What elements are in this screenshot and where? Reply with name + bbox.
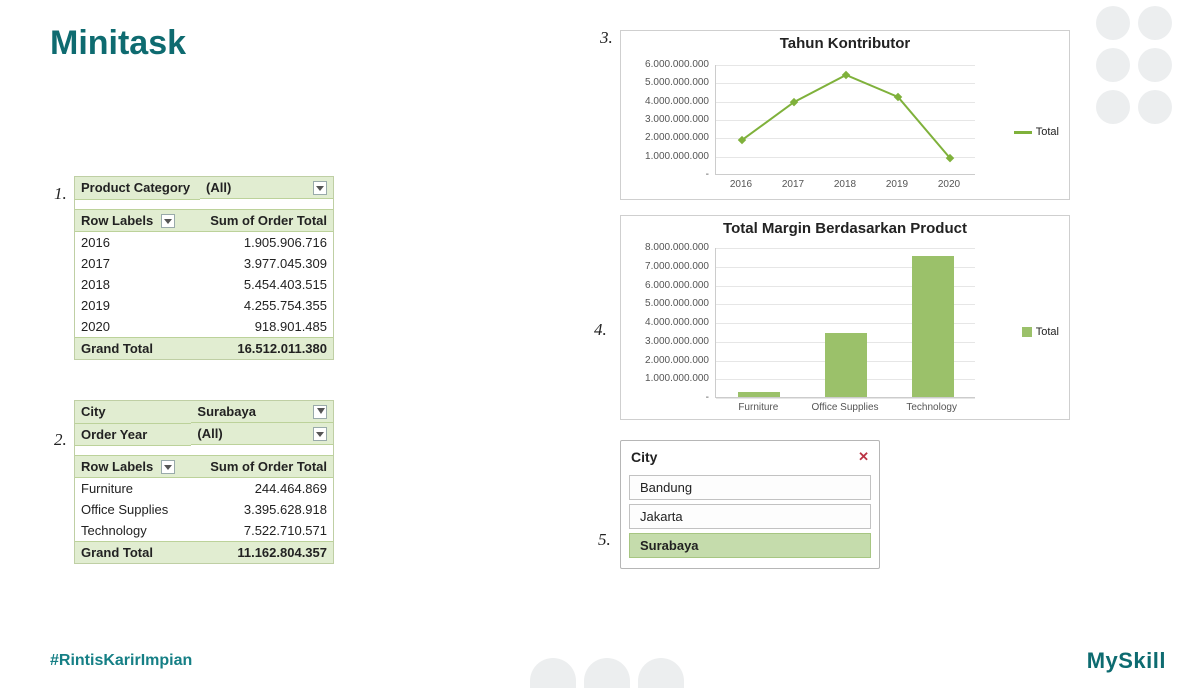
section-number-4: 4. bbox=[594, 320, 607, 340]
y-tick-label: 6.000.000.000 bbox=[623, 280, 709, 291]
x-tick-label: 2018 bbox=[825, 179, 865, 190]
y-tick-label: 5.000.000.000 bbox=[623, 298, 709, 309]
x-tick-label: 2017 bbox=[773, 179, 813, 190]
chart-bar-margin-product: Total Margin Berdasarkan Product - 1.000.… bbox=[620, 215, 1070, 420]
chart-plot-area bbox=[715, 248, 975, 398]
deco-circle bbox=[1138, 90, 1172, 124]
bar bbox=[738, 392, 780, 397]
footer-hashtag: #RintisKarirImpian bbox=[50, 652, 192, 670]
pivot1-col-b: Sum of Order Total bbox=[200, 209, 333, 232]
x-tick-label: 2020 bbox=[929, 179, 969, 190]
pivot1-filter-name: Product Category bbox=[75, 177, 200, 199]
pivot-row-value: 918.901.485 bbox=[200, 316, 333, 338]
dropdown-icon[interactable] bbox=[161, 460, 175, 474]
brand-logo: MySkill bbox=[1087, 648, 1166, 674]
pivot-row-value: 3.977.045.309 bbox=[200, 253, 333, 274]
y-tick-label: 2.000.000.000 bbox=[623, 355, 709, 366]
deco-circle bbox=[1138, 48, 1172, 82]
page-title: Minitask bbox=[50, 24, 186, 63]
y-tick-label: 7.000.000.000 bbox=[623, 261, 709, 272]
pivot1-filter-value: (All) bbox=[206, 180, 231, 195]
chart-legend: Total bbox=[1014, 126, 1059, 138]
section-number-5: 5. bbox=[598, 530, 611, 550]
pivot-table-product: City Surabaya Order Year (All) Row Label… bbox=[74, 400, 334, 564]
legend-label: Total bbox=[1036, 326, 1059, 338]
deco-circle bbox=[1096, 90, 1130, 124]
slicer-item[interactable]: Jakarta bbox=[629, 504, 871, 529]
pivot1-col-a: Row Labels bbox=[81, 213, 153, 228]
pivot-row-value: 5.454.403.515 bbox=[200, 274, 333, 295]
y-tick-label: 1.000.000.000 bbox=[623, 151, 709, 162]
clear-filter-icon[interactable]: ✕ bbox=[858, 449, 869, 465]
pivot-row-label: Technology bbox=[75, 520, 191, 542]
pivot-row-label: Office Supplies bbox=[75, 499, 191, 520]
chart-plot-area bbox=[715, 65, 975, 175]
dropdown-icon[interactable] bbox=[313, 427, 327, 441]
y-tick-label: - bbox=[623, 169, 709, 180]
y-tick-label: 3.000.000.000 bbox=[623, 114, 709, 125]
pivot2-col-a: Row Labels bbox=[81, 459, 153, 474]
y-tick-label: 6.000.000.000 bbox=[623, 59, 709, 70]
pivot-row-value: 1.905.906.716 bbox=[200, 232, 333, 254]
pivot-row-value: 244.464.869 bbox=[191, 478, 333, 500]
pivot-table-year: Product Category (All) Row Labels Sum of… bbox=[74, 176, 334, 360]
pivot-row-label: 2016 bbox=[75, 232, 200, 254]
pivot2-filter2-name: Order Year bbox=[75, 423, 191, 445]
legend-label: Total bbox=[1036, 126, 1059, 138]
pivot-row-label: 2020 bbox=[75, 316, 200, 338]
x-tick-label: Technology bbox=[892, 402, 972, 413]
section-number-2: 2. bbox=[54, 430, 67, 450]
pivot-row-label: 2019 bbox=[75, 295, 200, 316]
deco-pill bbox=[638, 658, 684, 688]
pivot-row-label: 2017 bbox=[75, 253, 200, 274]
slicer-title: City bbox=[631, 449, 657, 465]
pivot-grand-label: Grand Total bbox=[75, 338, 200, 360]
chart-title: Tahun Kontributor bbox=[621, 31, 1069, 52]
slicer-item[interactable]: Bandung bbox=[629, 475, 871, 500]
pivot-grand-value: 16.512.011.380 bbox=[200, 338, 333, 360]
deco-circle bbox=[1096, 6, 1130, 40]
pivot2-filter2-value: (All) bbox=[197, 426, 222, 441]
y-tick-label: 5.000.000.000 bbox=[623, 77, 709, 88]
deco-circle bbox=[1138, 6, 1172, 40]
section-number-3: 3. bbox=[600, 28, 613, 48]
deco-circle bbox=[1096, 48, 1130, 82]
y-tick-label: 2.000.000.000 bbox=[623, 132, 709, 143]
pivot2-col-b: Sum of Order Total bbox=[191, 455, 333, 478]
pivot-row-value: 3.395.628.918 bbox=[191, 499, 333, 520]
pivot-grand-label: Grand Total bbox=[75, 542, 191, 564]
y-tick-label: 3.000.000.000 bbox=[623, 336, 709, 347]
bar bbox=[912, 256, 954, 397]
pivot-row-value: 4.255.754.355 bbox=[200, 295, 333, 316]
deco-pill bbox=[530, 658, 576, 688]
slicer-city: City ✕ Bandung Jakarta Surabaya bbox=[620, 440, 880, 569]
filter-icon[interactable] bbox=[313, 405, 327, 419]
x-tick-label: Furniture bbox=[718, 402, 798, 413]
slicer-item[interactable]: Surabaya bbox=[629, 533, 871, 558]
x-tick-label: 2019 bbox=[877, 179, 917, 190]
deco-pill bbox=[584, 658, 630, 688]
y-tick-label: - bbox=[623, 392, 709, 403]
x-tick-label: 2016 bbox=[721, 179, 761, 190]
dropdown-icon[interactable] bbox=[161, 214, 175, 228]
section-number-1: 1. bbox=[54, 184, 67, 204]
x-tick-label: Office Supplies bbox=[805, 402, 885, 413]
chart-title: Total Margin Berdasarkan Product bbox=[621, 216, 1069, 237]
legend-swatch bbox=[1014, 131, 1032, 134]
pivot-row-value: 7.522.710.571 bbox=[191, 520, 333, 542]
pivot2-filter1-value: Surabaya bbox=[197, 404, 256, 419]
pivot-row-label: 2018 bbox=[75, 274, 200, 295]
y-tick-label: 8.000.000.000 bbox=[623, 242, 709, 253]
dropdown-icon[interactable] bbox=[313, 181, 327, 195]
y-tick-label: 1.000.000.000 bbox=[623, 373, 709, 384]
pivot-row-label: Furniture bbox=[75, 478, 191, 500]
legend-swatch bbox=[1022, 327, 1032, 337]
pivot2-filter1-name: City bbox=[75, 401, 191, 423]
y-tick-label: 4.000.000.000 bbox=[623, 96, 709, 107]
pivot-grand-value: 11.162.804.357 bbox=[191, 542, 333, 564]
y-tick-label: 4.000.000.000 bbox=[623, 317, 709, 328]
chart-legend: Total bbox=[1022, 326, 1059, 338]
chart-line-tahun-kontributor: Tahun Kontributor - 1.000.000.000 2.000.00… bbox=[620, 30, 1070, 200]
bar bbox=[825, 333, 867, 397]
